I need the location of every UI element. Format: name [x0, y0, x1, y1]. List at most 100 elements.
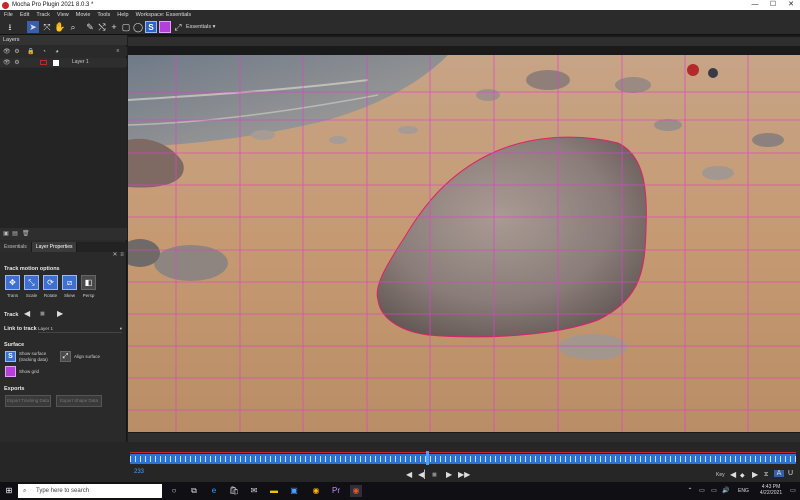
- menu-bar: File Edit Track View Movie Tools Help Wo…: [0, 10, 800, 19]
- close-button[interactable]: ✕: [782, 0, 800, 10]
- chrome-icon[interactable]: ◉: [310, 485, 322, 497]
- link-to-track-row: Link to track Layer 1 ▾: [0, 325, 127, 334]
- network-icon[interactable]: ▭: [696, 485, 708, 497]
- minimize-button[interactable]: —: [746, 0, 764, 10]
- key-icon[interactable]: ◆: [740, 472, 745, 479]
- menu-workspace[interactable]: Workspace: Essentials: [136, 12, 192, 18]
- edge-icon[interactable]: e: [208, 485, 220, 497]
- rotate-button[interactable]: ⟳: [43, 275, 58, 290]
- show-surface-toggle[interactable]: S: [5, 351, 16, 362]
- app-icon[interactable]: ▣: [288, 485, 300, 497]
- new-layer-icon[interactable]: ▣: [3, 231, 9, 237]
- link-to-track-select[interactable]: Layer 1 ▾: [38, 326, 122, 333]
- delete-layer-icon[interactable]: 🗑: [22, 231, 30, 237]
- tray-chevron-icon[interactable]: ⌃: [684, 485, 696, 497]
- bezier-spline-icon[interactable]: ✎: [84, 21, 96, 33]
- frame-number[interactable]: 233: [134, 469, 144, 475]
- add-point-icon[interactable]: +: [108, 21, 120, 33]
- lock-icon[interactable]: 🔒: [27, 49, 34, 55]
- taskbar-search-input[interactable]: ⌕ Type here to search: [18, 484, 162, 498]
- next-key-icon[interactable]: ▶: [752, 470, 758, 479]
- align-surface-icon[interactable]: ⤢: [172, 21, 184, 33]
- save-icon[interactable]: ⭳: [4, 21, 16, 33]
- panel-close-icon[interactable]: ✕: [112, 252, 118, 258]
- export-tracking-data-button[interactable]: Export Tracking Data: [5, 395, 51, 407]
- zoom-tool-icon[interactable]: ⌕: [67, 21, 79, 33]
- menu-view[interactable]: View: [57, 12, 69, 18]
- menu-movie[interactable]: Movie: [76, 12, 91, 18]
- track-forwards-button[interactable]: ▶: [57, 309, 63, 318]
- battery-icon[interactable]: ▭: [708, 485, 720, 497]
- auto-key-button[interactable]: A: [774, 470, 784, 477]
- show-grid-toggle[interactable]: [5, 366, 16, 377]
- tab-layer-properties[interactable]: Layer Properties: [31, 242, 78, 252]
- prev-key-icon[interactable]: ◀: [730, 470, 736, 479]
- workspace-dropdown[interactable]: Essentials ▾: [186, 22, 222, 32]
- menu-track[interactable]: Track: [36, 12, 50, 18]
- layer-name[interactable]: Layer 1: [72, 58, 89, 67]
- grid-icon[interactable]: [159, 21, 171, 33]
- tab-essentials[interactable]: Essentials: [0, 242, 32, 252]
- stop-button[interactable]: ■: [432, 470, 437, 479]
- in-out-bar: [130, 452, 796, 453]
- circle-spline-icon[interactable]: ◯: [132, 21, 144, 33]
- menu-help[interactable]: Help: [117, 12, 128, 18]
- layer-matte-icon[interactable]: [40, 59, 47, 65]
- surface-icon[interactable]: S: [145, 21, 157, 33]
- layer-gear-icon[interactable]: ⚙: [14, 60, 20, 66]
- panel-menu-icon[interactable]: ≡: [119, 252, 125, 258]
- add-key-icon[interactable]: ⧖: [764, 472, 768, 479]
- clock[interactable]: 4:43 PM 4/22/2021: [756, 484, 786, 496]
- store-icon[interactable]: 🛍: [228, 485, 240, 497]
- timeline-ruler[interactable]: [130, 451, 796, 465]
- layer-row[interactable]: 👁 ⚙ Layer 1: [0, 58, 127, 67]
- duplicate-layer-icon[interactable]: ▤: [12, 231, 18, 237]
- rect-spline-icon[interactable]: ▢: [120, 21, 132, 33]
- clip-image[interactable]: [128, 55, 800, 432]
- align-surface-icon-button[interactable]: ⤢: [60, 351, 71, 362]
- select-points-icon[interactable]: ⤧: [41, 21, 53, 33]
- playhead[interactable]: [426, 451, 429, 465]
- mail-icon[interactable]: ✉: [248, 485, 260, 497]
- export-shape-data-button[interactable]: Export Shape Data: [56, 395, 102, 407]
- scale-button[interactable]: ⤡: [24, 275, 39, 290]
- select-tool-icon[interactable]: ➤: [27, 21, 39, 33]
- update-button[interactable]: U: [788, 470, 793, 477]
- play-backwards-button[interactable]: ◀: [406, 470, 412, 479]
- layer-color-swatch[interactable]: [53, 59, 59, 66]
- track-stop-button[interactable]: ■: [40, 309, 45, 318]
- track-backwards-button[interactable]: ◀: [24, 309, 30, 318]
- cortana-icon[interactable]: ○: [168, 485, 180, 497]
- premiere-icon[interactable]: Pr: [330, 485, 342, 497]
- align-surface-label: Align surface: [74, 354, 101, 359]
- cache-icon[interactable]: ◔: [41, 49, 47, 55]
- xspline-icon[interactable]: ⤭: [96, 21, 108, 33]
- mocha-taskbar-icon[interactable]: ◉: [350, 485, 362, 497]
- trans-button[interactable]: ✥: [5, 275, 20, 290]
- color-icon[interactable]: ◕: [54, 49, 60, 55]
- volume-icon[interactable]: 🔊: [720, 485, 732, 497]
- task-view-icon[interactable]: ⧉: [188, 485, 200, 497]
- notifications-icon[interactable]: ▭: [787, 485, 799, 497]
- skew-label: Skew: [63, 293, 75, 298]
- step-back-button[interactable]: ◀▏: [418, 470, 430, 479]
- play-forwards-button[interactable]: ▶: [446, 470, 452, 479]
- hand-tool-icon[interactable]: ✋: [54, 21, 66, 33]
- layer-visibility-icon[interactable]: 👁: [3, 60, 11, 66]
- layers-menu-icon[interactable]: ≡: [115, 48, 121, 54]
- gear-icon[interactable]: ⚙: [14, 49, 20, 55]
- language-indicator[interactable]: ENG: [738, 488, 749, 494]
- menu-edit[interactable]: Edit: [20, 12, 29, 18]
- menu-tools[interactable]: Tools: [97, 12, 110, 18]
- bg-rock: [251, 130, 275, 140]
- visibility-icon[interactable]: 👁: [3, 49, 11, 55]
- persp-button[interactable]: ◧: [81, 275, 96, 290]
- file-explorer-icon[interactable]: ▬: [268, 485, 280, 497]
- viewer-top-strip: [128, 37, 800, 46]
- skew-button[interactable]: ⧄: [62, 275, 77, 290]
- fast-forward-button[interactable]: ▶▶: [458, 470, 470, 479]
- menu-file[interactable]: File: [4, 12, 13, 18]
- maximize-button[interactable]: ☐: [764, 0, 782, 10]
- windows-start-icon[interactable]: ⊞: [3, 485, 15, 497]
- toolbar: ⭳ ➤ ⤧ ✋ ⌕ ✎ ⤭ + ▢ ◯ S ⤢ Essentials ▾: [0, 19, 800, 35]
